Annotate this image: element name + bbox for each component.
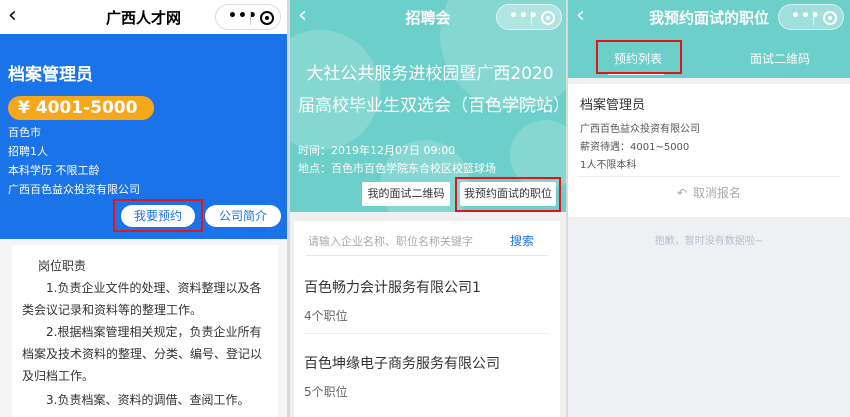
job-title: 档案管理员 [8, 65, 93, 85]
my-qr-button[interactable]: 我的面试二维码 [362, 182, 450, 206]
duties-title: 岗位职责 [38, 259, 87, 273]
booked-job-requirements: 1人不限本科 [580, 160, 637, 171]
company-name: 百色坤缘电子商务服务有限公司 [304, 356, 500, 372]
nav-bar: ‹ 我预约面试的职位 ••• [568, 0, 850, 34]
duty-item: 3.负责档案、资料的调借、查阅工作。 [46, 393, 250, 407]
divider [304, 333, 550, 334]
fair-title: 大社公共服务进校园暨广西2020届高校毕业生双选会（百色学院站） [298, 64, 566, 116]
cancel-label: 取消报名 [693, 186, 742, 200]
job-detail-screen: ‹ 广西人才网 ••• 档案管理员 ¥ 4001-5000 百色市 招聘1人 本… [0, 0, 287, 417]
header: ‹ 我预约面试的职位 ••• 预约列表 面试二维码 [568, 0, 850, 78]
highlight-box [596, 40, 682, 74]
fair-time: 时间：2019年12月07日 09:00 [298, 144, 456, 157]
job-company: 广西百色益众投资有限公司 [8, 183, 140, 196]
fair-location: 地点：百色市百色学院东合校区校篮球场 [298, 162, 496, 175]
cancel-registration-button[interactable]: ↶ 取消报名 [568, 184, 850, 201]
close-miniprogram-icon[interactable] [541, 11, 555, 25]
divider [578, 176, 840, 177]
booked-job-title: 档案管理员 [580, 98, 646, 113]
booked-job-card[interactable]: 档案管理员 广西百色益众投资有限公司 薪资待遇：4001~5000 1人不限本科… [568, 84, 850, 217]
mini-program-capsule[interactable]: ••• [496, 4, 562, 30]
duty-item: 2.根据档案管理相关规定，负责企业所有档案及技术资料的整理、分类、编号、登记以及… [22, 325, 263, 383]
company-name: 百色畅力会计服务有限公司1 [304, 280, 481, 296]
company-list-card: 请输入企业名称、职位名称关键字 搜索 百色畅力会计服务有限公司1 4个职位 百色… [294, 221, 560, 417]
capsule-divider [531, 11, 532, 25]
fair-hero: ‹ 招聘会 ••• 大社公共服务进校园暨广西2020届高校毕业生双选会（百色学院… [290, 0, 566, 212]
search-input[interactable]: 请输入企业名称、职位名称关键字 [308, 233, 473, 249]
empty-state-text: 抱歉，暂时没有数据啦~ [654, 236, 764, 247]
nav-bar: ‹ 广西人才网 ••• [0, 0, 287, 34]
job-duties-card: 岗位职责 1.负责企业文件的处理、资料整理以及各类会议记录和资料等的整理工作。 … [12, 245, 278, 417]
more-icon[interactable]: ••• [509, 8, 539, 24]
job-city: 百色市 [8, 126, 41, 139]
booked-job-company: 广西百色益众投资有限公司 [580, 124, 700, 135]
job-headcount: 招聘1人 [8, 145, 48, 158]
capsule-divider [250, 11, 251, 25]
search-button[interactable]: 搜索 [510, 232, 534, 249]
tab-interview-qr[interactable]: 面试二维码 [750, 50, 810, 67]
close-miniprogram-icon[interactable] [823, 11, 837, 25]
more-icon[interactable]: ••• [228, 8, 258, 24]
job-requirements: 本科学历 不限工龄 [8, 164, 100, 177]
mini-program-capsule[interactable]: ••• [215, 4, 281, 30]
job-header: 档案管理员 ¥ 4001-5000 百色市 招聘1人 本科学历 不限工龄 广西百… [0, 34, 287, 239]
highlight-box [455, 177, 561, 212]
capsule-divider [813, 11, 814, 25]
company-job-count: 5个职位 [304, 385, 348, 399]
search-underline [306, 255, 548, 256]
salary-badge: ¥ 4001-5000 [8, 96, 154, 120]
company-intro-button[interactable]: 公司简介 [205, 205, 281, 227]
company-job-count: 4个职位 [304, 309, 348, 323]
close-miniprogram-icon[interactable] [260, 11, 274, 25]
duty-item: 1.负责企业文件的处理、资料整理以及各类会议记录和资料等的整理工作。 [22, 281, 262, 317]
nav-bar: ‹ 招聘会 ••• [290, 0, 566, 34]
undo-icon: ↶ [676, 186, 688, 200]
booked-job-salary: 薪资待遇：4001~5000 [580, 142, 690, 153]
highlight-box [113, 199, 203, 232]
mini-program-capsule[interactable]: ••• [778, 4, 844, 30]
job-fair-screen: ‹ 招聘会 ••• 大社公共服务进校园暨广西2020届高校毕业生双选会（百色学院… [290, 0, 566, 417]
booked-jobs-screen: ‹ 我预约面试的职位 ••• 预约列表 面试二维码 档案管理员 广西百色益众投资… [568, 0, 850, 417]
more-icon[interactable]: ••• [791, 8, 821, 24]
